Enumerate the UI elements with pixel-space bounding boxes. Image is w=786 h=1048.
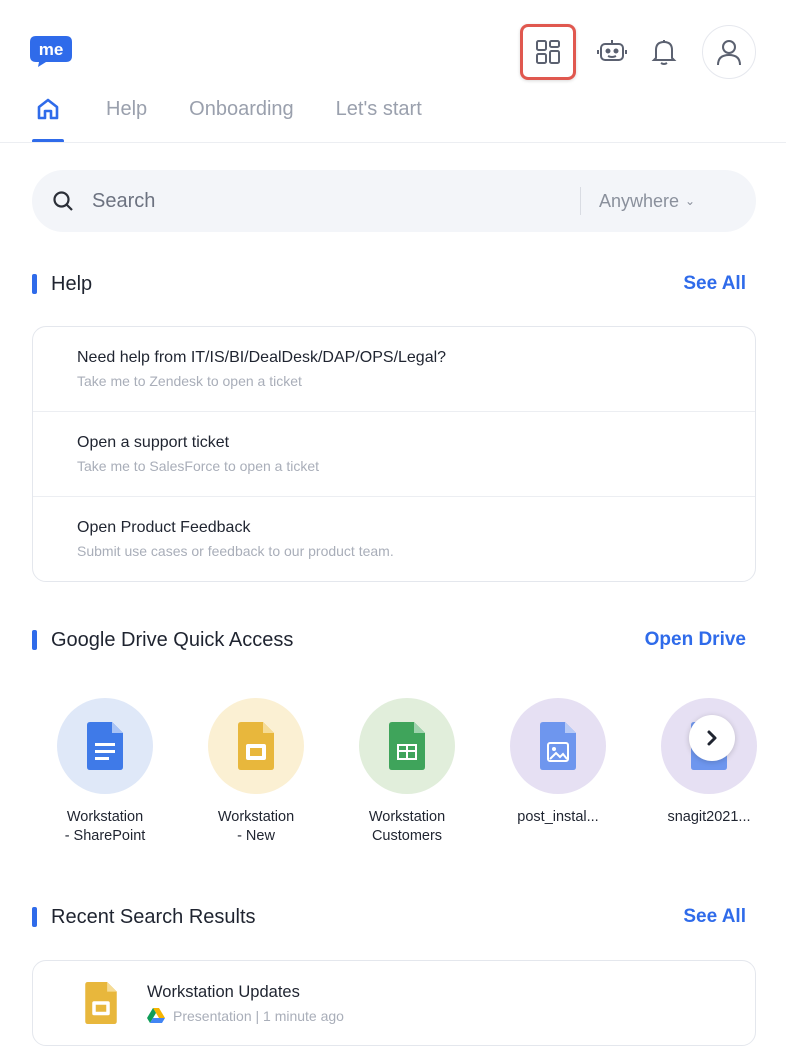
image-file-icon (540, 722, 576, 770)
file-icon-circle (510, 698, 606, 794)
file-name-line2: - New (237, 828, 275, 844)
drive-file-item[interactable]: Workstation - New (186, 698, 326, 846)
tab-lets-start[interactable]: Let's start (336, 98, 422, 121)
search-input[interactable] (92, 189, 562, 213)
google-docs-icon (87, 722, 123, 770)
help-item-subtitle: Take me to Zendesk to open a ticket (77, 373, 302, 389)
search-bar: Anywhere ⌄ (32, 170, 756, 232)
notifications-button[interactable] (644, 32, 684, 72)
file-name-line2: Customers (371, 828, 443, 844)
header-actions (520, 24, 756, 80)
drive-section-header: Google Drive Quick Access Open Drive (32, 626, 746, 654)
profile-button[interactable] (702, 25, 756, 79)
file-name-line1: Workstation (368, 809, 446, 825)
drive-file-item[interactable]: post_instal... (488, 698, 628, 827)
help-item[interactable]: Open a support ticket Take me to SalesFo… (33, 412, 755, 497)
recent-result-item[interactable]: Workstation Updates Presentation | 1 min… (32, 960, 756, 1046)
help-item-title: Open Product Feedback (77, 519, 251, 536)
apps-grid-icon (536, 40, 560, 64)
help-section-title: Help (51, 272, 93, 295)
tab-onboarding[interactable]: Onboarding (189, 98, 294, 121)
file-name-line1: Workstation (217, 809, 295, 825)
recent-section-header: Recent Search Results See All (32, 903, 746, 931)
chevron-down-icon: ⌄ (685, 194, 696, 208)
drive-section-title: Google Drive Quick Access (51, 628, 294, 651)
file-icon-circle (359, 698, 455, 794)
help-item[interactable]: Open Product Feedback Submit use cases o… (33, 497, 755, 582)
help-see-all-link[interactable]: See All (683, 273, 746, 295)
file-name-line2: - SharePoint (64, 828, 146, 844)
section-accent-bar (32, 274, 37, 294)
nav-divider (0, 142, 786, 143)
logo-text: me (39, 40, 64, 59)
file-icon-circle (208, 698, 304, 794)
bot-icon (597, 40, 627, 61)
google-slides-icon (238, 722, 274, 770)
home-icon (37, 98, 59, 120)
drive-next-button[interactable] (689, 715, 735, 761)
search-scope-label: Anywhere (599, 190, 680, 211)
file-name-line1: post_instal... (517, 809, 599, 825)
file-name-line1: snagit2021... (667, 809, 751, 825)
google-sheets-icon (389, 722, 425, 770)
chevron-right-icon (707, 730, 717, 746)
search-scope-dropdown[interactable]: Anywhere ⌄ (599, 191, 695, 212)
open-drive-link[interactable]: Open Drive (645, 629, 746, 651)
help-section-header: Help See All (32, 270, 746, 298)
help-item-subtitle: Take me to SalesForce to open a ticket (77, 458, 320, 474)
help-item[interactable]: Need help from IT/IS/BI/DealDesk/DAP/OPS… (33, 327, 755, 412)
bot-button[interactable] (592, 32, 632, 72)
tab-help[interactable]: Help (106, 98, 147, 121)
recent-section-title: Recent Search Results (51, 905, 256, 928)
google-drive-icon (147, 1007, 165, 1023)
section-accent-bar (32, 630, 37, 650)
help-item-title: Open a support ticket (77, 434, 230, 451)
recent-item-meta: Presentation | 1 minute ago (173, 1007, 344, 1024)
tab-home[interactable] (32, 97, 64, 121)
help-item-title: Need help from IT/IS/BI/DealDesk/DAP/OPS… (77, 349, 447, 366)
file-name-line1: Workstation (66, 809, 144, 825)
drive-file-item[interactable]: Workstation - SharePoint (35, 698, 175, 846)
user-icon (717, 40, 741, 66)
top-nav: Help Onboarding Let's start (32, 92, 422, 126)
recent-see-all-link[interactable]: See All (683, 906, 746, 928)
file-icon-circle (57, 698, 153, 794)
bell-icon (651, 40, 677, 65)
drive-file-list: Workstation - SharePoint Workstation - N… (32, 698, 757, 848)
drive-file-item[interactable]: Workstation Customers (337, 698, 477, 846)
search-icon (53, 191, 73, 211)
section-accent-bar (32, 907, 37, 927)
me-logo[interactable]: me (28, 34, 74, 68)
search-separator (580, 187, 581, 215)
help-item-subtitle: Submit use cases or feedback to our prod… (77, 543, 394, 559)
recent-item-title: Workstation Updates (147, 982, 300, 1001)
help-card: Need help from IT/IS/BI/DealDesk/DAP/OPS… (32, 326, 756, 582)
apps-grid-button[interactable] (520, 24, 576, 80)
google-slides-icon (85, 982, 117, 1024)
